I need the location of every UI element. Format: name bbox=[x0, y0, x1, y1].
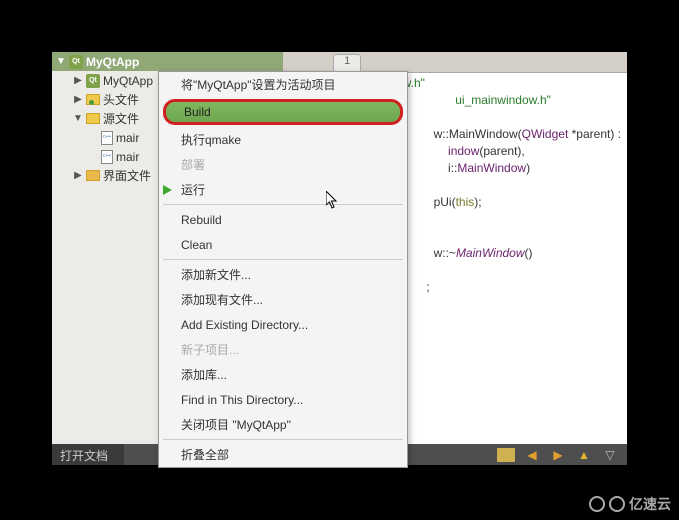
expand-icon[interactable]: ▶ bbox=[73, 94, 83, 105]
ui-folder-icon bbox=[86, 170, 100, 181]
collapse-icon[interactable]: ▼ bbox=[73, 113, 83, 124]
nav-back-icon[interactable]: ◀ bbox=[523, 446, 541, 464]
watermark: 亿速云 bbox=[589, 494, 671, 514]
separator bbox=[163, 439, 403, 440]
tree-root-label: MyQtApp bbox=[86, 55, 139, 69]
ctx-run-qmake[interactable]: 执行qmake bbox=[159, 127, 407, 152]
folder-icon bbox=[86, 113, 100, 124]
tree-label: 源文件 bbox=[103, 110, 139, 127]
editor-tabbar: 1 bbox=[283, 52, 627, 73]
ctx-build[interactable]: Build bbox=[163, 99, 403, 125]
ctx-add-existing[interactable]: 添加现有文件... bbox=[159, 287, 407, 312]
ctx-subproject: 新子项目... bbox=[159, 337, 407, 362]
qt-project-icon bbox=[69, 55, 83, 69]
separator bbox=[163, 259, 403, 260]
warning-icon[interactable]: ▲ bbox=[575, 446, 593, 464]
open-file-icon[interactable] bbox=[497, 446, 515, 464]
folder-icon bbox=[86, 94, 100, 105]
tree-label: mair bbox=[116, 150, 139, 164]
watermark-text: 亿速云 bbox=[629, 494, 671, 514]
expand-icon[interactable]: ▼ bbox=[56, 56, 66, 67]
nav-forward-icon[interactable]: ▶ bbox=[549, 446, 567, 464]
ctx-deploy: 部署 bbox=[159, 152, 407, 177]
tree-root[interactable]: ▼ MyQtApp bbox=[52, 52, 283, 71]
ctx-rebuild[interactable]: Rebuild bbox=[159, 207, 407, 232]
ctx-add-new[interactable]: 添加新文件... bbox=[159, 262, 407, 287]
cloud-icon bbox=[589, 496, 605, 512]
cpp-file-icon bbox=[101, 150, 113, 164]
run-icon bbox=[163, 185, 172, 195]
ctx-collapse-all[interactable]: 折叠全部 bbox=[159, 442, 407, 467]
open-documents-label[interactable]: 打开文档 bbox=[52, 444, 124, 465]
cpp-file-icon bbox=[101, 131, 113, 145]
tree-label: 界面文件 bbox=[103, 167, 151, 184]
ctx-find-directory[interactable]: Find in This Directory... bbox=[159, 387, 407, 412]
ctx-clean[interactable]: Clean bbox=[159, 232, 407, 257]
qt-project-icon bbox=[86, 74, 100, 88]
tree-label: 头文件 bbox=[103, 91, 139, 108]
ctx-add-directory[interactable]: Add Existing Directory... bbox=[159, 312, 407, 337]
filter-icon[interactable]: ▽ bbox=[601, 446, 619, 464]
ctx-set-active[interactable]: 将"MyQtApp"设置为活动项目 bbox=[159, 72, 407, 97]
ctx-close-project[interactable]: 关闭项目 "MyQtApp" bbox=[159, 412, 407, 437]
expand-icon[interactable]: ▶ bbox=[73, 170, 83, 181]
separator bbox=[163, 204, 403, 205]
expand-icon[interactable]: ▶ bbox=[73, 75, 83, 86]
line-indicator[interactable]: 1 bbox=[333, 54, 361, 72]
context-menu: 将"MyQtApp"设置为活动项目 Build 执行qmake 部署 运行 Re… bbox=[158, 71, 408, 468]
tree-label: mair bbox=[116, 131, 139, 145]
ctx-run-label: 运行 bbox=[181, 181, 205, 198]
cloud-icon bbox=[609, 496, 625, 512]
tree-label: MyQtApp bbox=[103, 74, 153, 88]
ctx-add-library[interactable]: 添加库... bbox=[159, 362, 407, 387]
ctx-run[interactable]: 运行 bbox=[159, 177, 407, 202]
